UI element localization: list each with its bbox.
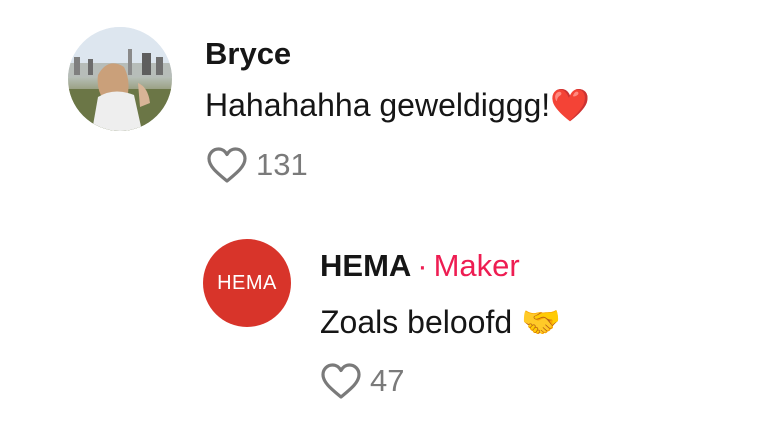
comment-text: Zoals beloofd 🤝	[320, 303, 561, 341]
handshake-emoji: 🤝	[521, 304, 561, 340]
creator-badge: Maker	[433, 248, 520, 283]
comment-thread: Bryce Hahahahha geweldiggg!❤️ 131 HEMA H…	[0, 0, 760, 427]
like-count: 47	[370, 363, 405, 398]
comment-body: Zoals beloofd	[320, 304, 513, 340]
hema-logo: HEMA	[217, 271, 277, 294]
username[interactable]: HEMA	[320, 248, 411, 283]
like-button[interactable]: 47	[320, 362, 404, 400]
heart-outline-icon	[321, 363, 361, 399]
separator-dot: ·	[417, 248, 428, 283]
reply-header: HEMA · Maker	[320, 248, 520, 284]
reply-item: HEMA HEMA · Maker Zoals beloofd 🤝 47	[0, 0, 760, 427]
avatar[interactable]: HEMA	[203, 239, 291, 327]
